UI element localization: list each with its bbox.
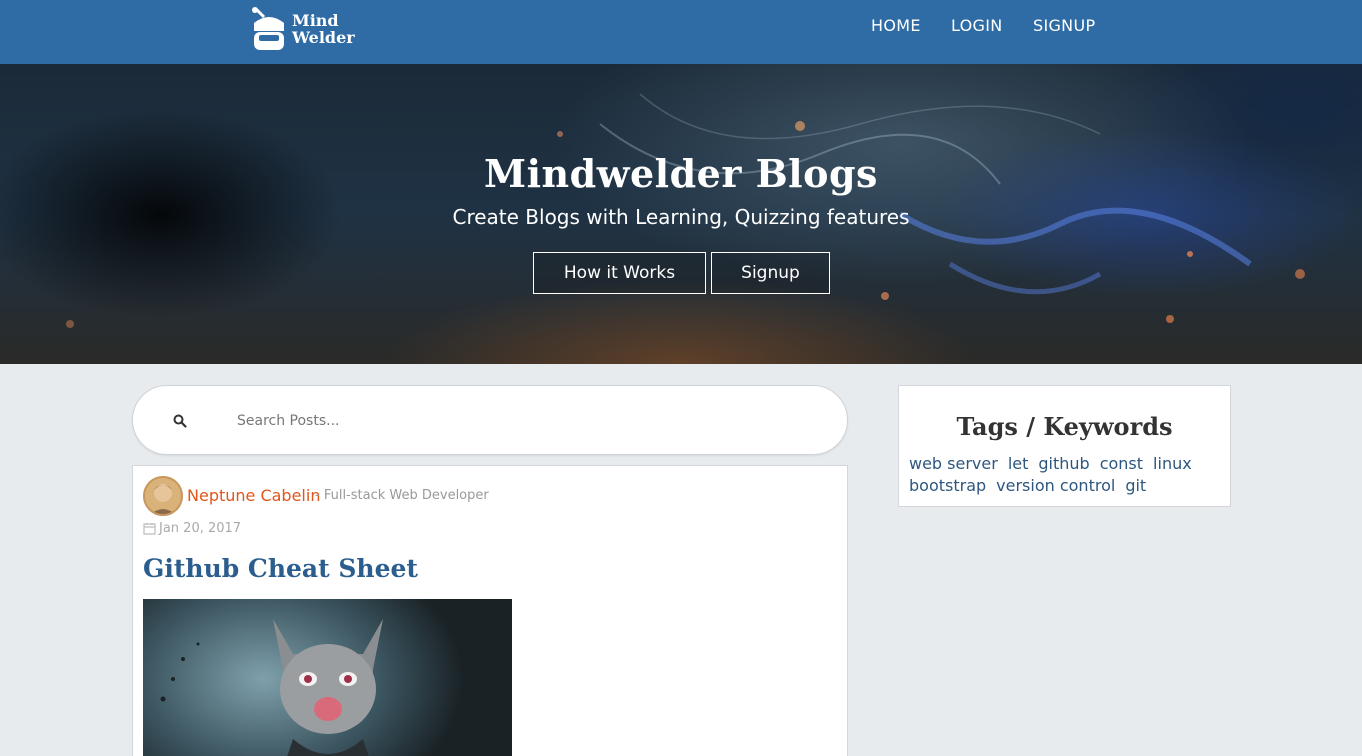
- how-it-works-button[interactable]: How it Works: [533, 252, 706, 294]
- tag-link[interactable]: linux: [1153, 454, 1192, 473]
- nav-login-link[interactable]: LOGIN: [951, 16, 1011, 35]
- top-navbar: Mind Welder HOME LOGIN SIGNUP: [0, 0, 1362, 64]
- tag-link[interactable]: const: [1100, 454, 1143, 473]
- post-title-link[interactable]: Github Cheat Sheet: [143, 554, 418, 583]
- post-date-text: Jan 20, 2017: [159, 521, 242, 536]
- search-input[interactable]: [237, 408, 797, 434]
- post-cover-image[interactable]: [143, 599, 512, 756]
- tag-link[interactable]: bootstrap: [909, 476, 986, 495]
- tag-link[interactable]: git: [1125, 476, 1146, 495]
- author-name-link[interactable]: Neptune Cabelin: [187, 486, 320, 505]
- tag-link[interactable]: let: [1008, 454, 1029, 473]
- tag-row-2: bootstrap version control git: [909, 476, 1146, 495]
- search-bar: [132, 385, 848, 455]
- logo-line-1: Mind: [292, 11, 339, 30]
- nav-signup-link[interactable]: SIGNUP: [1033, 16, 1103, 35]
- tag-link[interactable]: web server: [909, 454, 998, 473]
- hero-signup-button[interactable]: Signup: [711, 252, 830, 294]
- tags-panel: Tags / Keywords web server let github co…: [898, 385, 1231, 507]
- logo-line-2: Welder: [292, 28, 355, 47]
- hero-title: Mindwelder Blogs: [484, 151, 878, 196]
- post-card: Neptune Cabelin - Full-stack Web Develop…: [132, 465, 848, 756]
- tag-link[interactable]: github: [1038, 454, 1089, 473]
- search-icon[interactable]: [173, 414, 187, 428]
- tag-row-1: web server let github const linux: [909, 454, 1192, 473]
- logo-text: Mind Welder: [292, 12, 355, 46]
- post-date: Jan 20, 2017: [143, 521, 241, 536]
- nav-home-link[interactable]: HOME: [871, 16, 931, 35]
- author-role: - Full-stack Web Developer: [315, 488, 489, 503]
- author-avatar[interactable]: [143, 476, 183, 516]
- tag-link[interactable]: version control: [996, 476, 1115, 495]
- logo[interactable]: Mind Welder: [250, 4, 355, 54]
- hero-subtitle: Create Blogs with Learning, Quizzing fea…: [452, 205, 910, 229]
- welder-helmet-icon: [252, 7, 284, 50]
- calendar-icon: [143, 523, 156, 535]
- tags-title: Tags / Keywords: [956, 412, 1173, 441]
- kitten-illustration: [160, 619, 383, 756]
- hero-banner: Mindwelder Blogs Create Blogs with Learn…: [0, 64, 1362, 364]
- avatar-image: [143, 476, 183, 516]
